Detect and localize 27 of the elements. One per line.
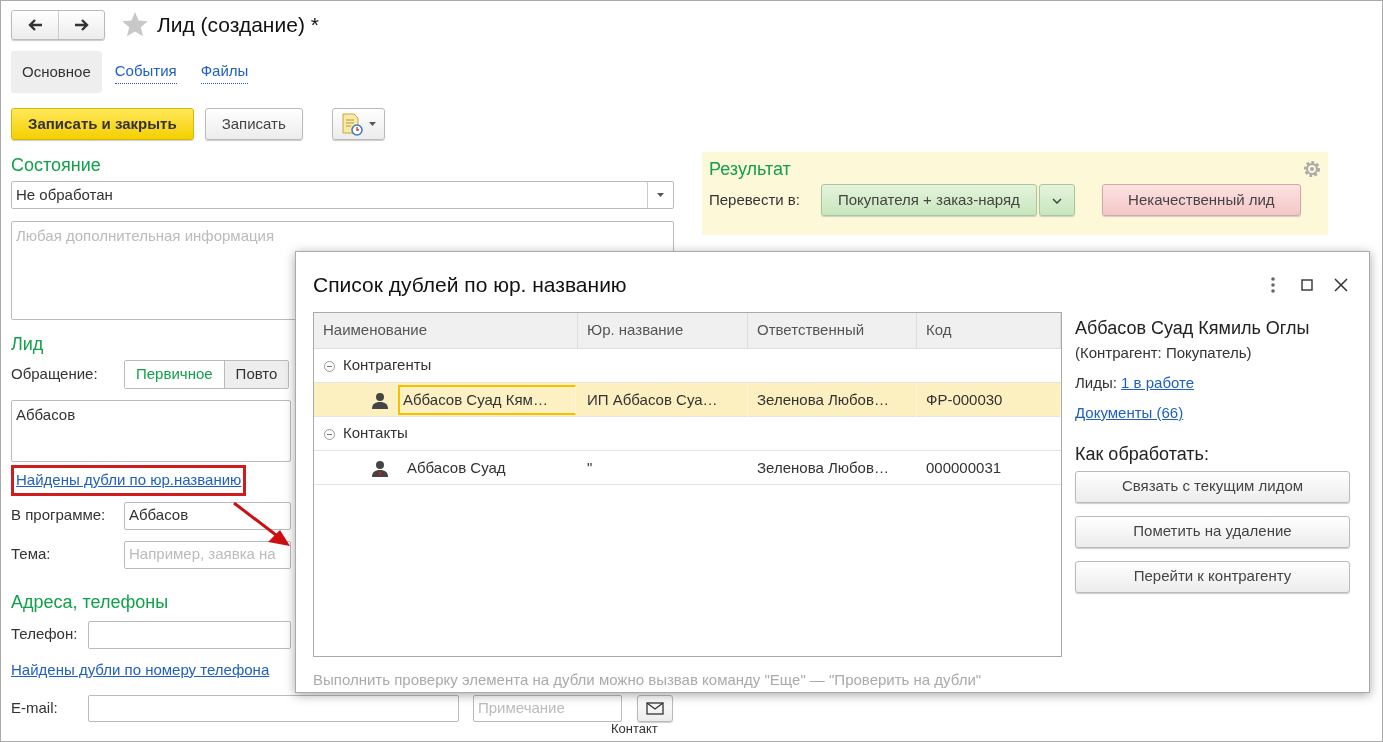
field-label: Телефон: [11, 624, 79, 645]
table-cell: Аббасов Суад Кям… [398, 385, 576, 415]
table-cell: Зеленова Любов… [748, 383, 917, 417]
section-heading: Состояние [11, 154, 102, 176]
field-label: Лиды: [1075, 373, 1117, 391]
field-label: Тема: [11, 544, 52, 565]
section-heading: Результат [709, 158, 791, 180]
entity-name: Аббасов Суад Кямиль Оглы [1075, 317, 1311, 340]
table-cell-text: Аббасов Суад [406, 457, 507, 478]
table-cell: ФР-000030 [917, 383, 1061, 417]
table-cell-text: Зеленова Любов… [756, 457, 890, 478]
group-label: Контакты [343, 423, 408, 444]
hint-text: Выполнить проверку элемента на дубли можно вызвав команду "Еще" — "Проверить на дубли" [313, 671, 982, 688]
group-label: Контрагенты [343, 355, 432, 376]
window-title: Лид (создание) * [157, 11, 319, 38]
table-cell-text: 000000031 [925, 457, 1003, 478]
table-cell-text: " [586, 457, 594, 478]
section-heading: Лид [11, 333, 45, 355]
section-heading: Адреса, телефоны [11, 590, 170, 613]
field-label: В программе: [11, 505, 107, 526]
dialog-title: Список дублей по юр. названию [313, 272, 628, 299]
field-label: Обращение: [11, 364, 99, 385]
field-label: E-mail: [11, 698, 59, 719]
field-label: Перевести в: [709, 191, 801, 209]
entity-type: (Контрагент: Покупатель) [1075, 343, 1253, 363]
section-heading: Как обработать: [1075, 442, 1210, 466]
table-cell: ИП Аббасов Суа… [578, 383, 748, 417]
